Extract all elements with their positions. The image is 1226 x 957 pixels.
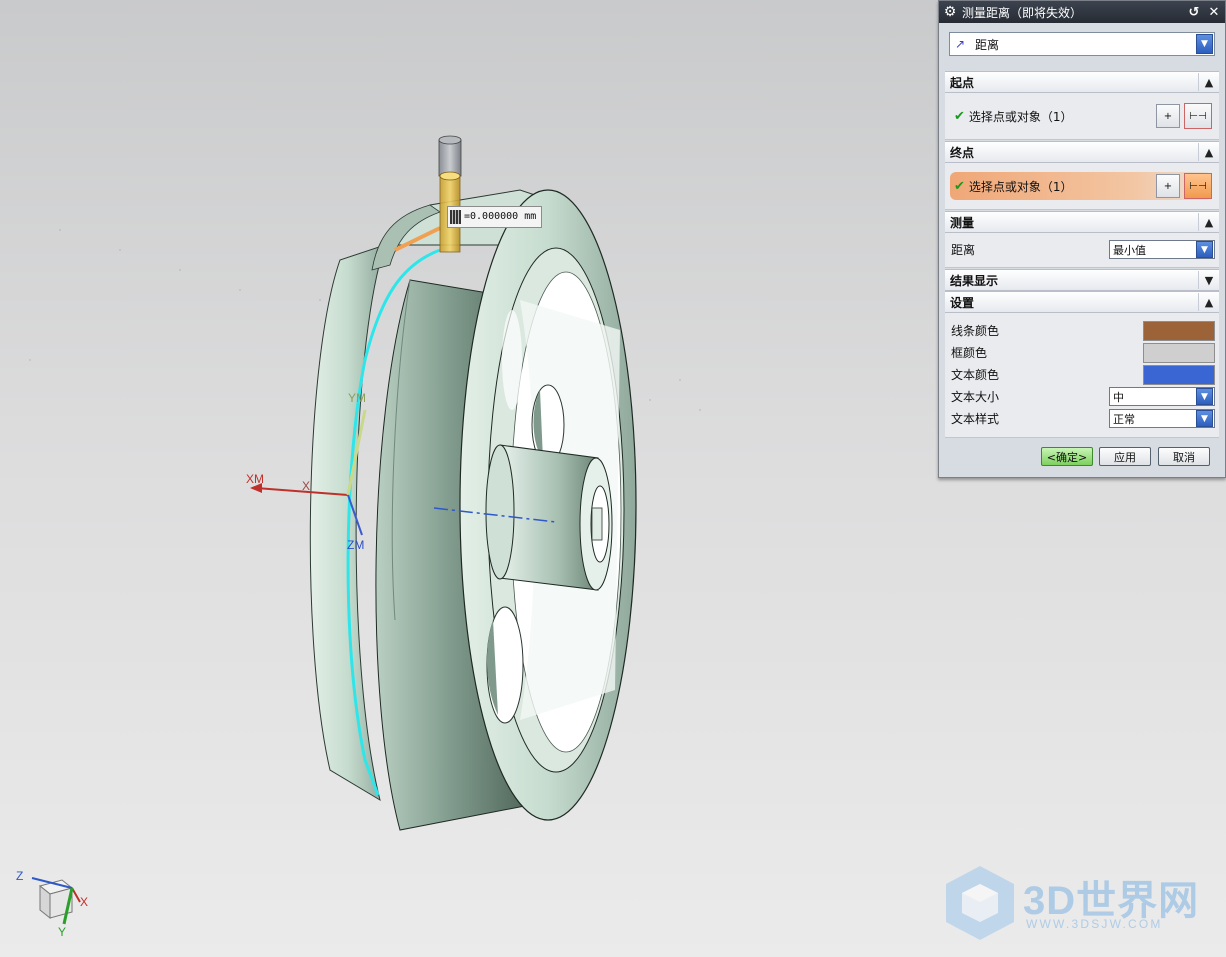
text-color-row: 文本颜色 — [951, 364, 1215, 385]
box-color-swatch[interactable] — [1143, 342, 1215, 363]
measure-probe — [438, 135, 462, 253]
distance-value: 最小值 — [1113, 243, 1146, 257]
chevron-up-icon[interactable]: ▲ — [1198, 73, 1219, 91]
chevron-down-icon[interactable]: ▼ — [1198, 271, 1219, 289]
section-end[interactable]: 终点 ▲ — [945, 141, 1219, 163]
triad-y-label: Y — [58, 925, 66, 939]
section-end-label: 终点 — [950, 145, 975, 160]
measure-value: =0.000000 mm — [464, 211, 537, 222]
type-value: 距离 — [975, 37, 1000, 52]
chevron-down-icon[interactable]: ▼ — [1196, 410, 1213, 427]
dialog-titlebar[interactable]: ⚙ 测量距离（即将失效） ↺ ✕ — [939, 1, 1225, 23]
measure-distance-dialog: ⚙ 测量距离（即将失效） ↺ ✕ ↗ 距离 ▼ 起点 ▲ ✔ 选择点或对象（1）… — [938, 0, 1226, 478]
text-style-row: 文本样式 正常 ▼ — [951, 409, 1215, 428]
section-settings[interactable]: 设置 ▲ — [945, 291, 1219, 313]
chevron-up-icon[interactable]: ▲ — [1198, 293, 1219, 311]
hub — [485, 444, 613, 591]
distance-type-icon: ↗ — [955, 37, 966, 51]
text-size-value: 中 — [1113, 390, 1124, 404]
watermark-url: WWW.3DSJW.COM — [1026, 917, 1163, 931]
section-results[interactable]: 结果显示 ▼ — [945, 269, 1219, 291]
line-color-label: 线条颜色 — [951, 324, 1000, 338]
close-icon[interactable]: ✕ — [1205, 3, 1223, 21]
text-size-select[interactable]: 中 ▼ — [1109, 387, 1215, 406]
start-select-row[interactable]: ✔ 选择点或对象（1） + ⊢⊣ — [950, 102, 1212, 130]
section-settings-label: 设置 — [950, 295, 975, 310]
section-results-label: 结果显示 — [950, 273, 999, 288]
x-label: X — [302, 479, 310, 493]
point-pick-icon[interactable]: ⊢⊣ — [1184, 173, 1212, 199]
section-measure-body: 距离 最小值 ▼ — [945, 233, 1219, 268]
text-color-label: 文本颜色 — [951, 368, 1000, 382]
line-color-swatch[interactable] — [1143, 320, 1215, 341]
text-style-value: 正常 — [1113, 412, 1135, 426]
point-dialog-icon[interactable]: + — [1156, 104, 1180, 128]
chevron-up-icon[interactable]: ▲ — [1198, 213, 1219, 231]
measure-readout: =0.000000 mm — [447, 206, 543, 228]
chevron-down-icon[interactable]: ▼ — [1196, 34, 1213, 54]
text-style-label: 文本样式 — [951, 412, 1000, 426]
section-measure-label: 测量 — [950, 215, 975, 230]
box-color-row: 框颜色 — [951, 342, 1215, 363]
watermark-logo: 3D世界网 WWW.3DSJW.COM — [940, 862, 1210, 944]
dialog-title: 测量距离（即将失效） — [962, 5, 1083, 20]
text-size-row: 文本大小 中 ▼ — [951, 387, 1215, 406]
chevron-down-icon[interactable]: ▼ — [1196, 241, 1213, 258]
reset-icon[interactable]: ↺ — [1185, 3, 1203, 21]
apply-button[interactable]: 应用 — [1099, 447, 1151, 466]
cancel-button[interactable]: 取消 — [1158, 447, 1210, 466]
distance-select[interactable]: 最小值 ▼ — [1109, 240, 1215, 259]
section-end-body: ✔ 选择点或对象（1） + ⊢⊣ — [945, 163, 1219, 210]
line-color-row: 线条颜色 — [951, 320, 1215, 341]
gear-icon[interactable]: ⚙ — [942, 4, 958, 20]
ok-button[interactable]: <确定> — [1041, 447, 1093, 466]
start-select-label: 选择点或对象（1） — [968, 109, 1073, 124]
ym-label: YM — [348, 391, 366, 405]
box-color-label: 框颜色 — [951, 346, 988, 360]
zm-label: ZM — [347, 538, 364, 552]
cube-logo-icon — [946, 866, 1014, 940]
text-style-select[interactable]: 正常 ▼ — [1109, 409, 1215, 428]
text-size-label: 文本大小 — [951, 390, 1000, 404]
chevron-down-icon[interactable]: ▼ — [1196, 388, 1213, 405]
section-measure[interactable]: 测量 ▲ — [945, 211, 1219, 233]
type-select[interactable]: ↗ 距离 ▼ — [949, 32, 1215, 56]
section-start[interactable]: 起点 ▲ — [945, 71, 1219, 93]
triad-z-label: Z — [16, 869, 23, 883]
distance-label: 距离 — [951, 243, 976, 257]
xm-label: XM — [246, 472, 264, 486]
distance-row: 距离 最小值 ▼ — [951, 240, 1215, 259]
measure-icon — [450, 210, 461, 224]
check-icon: ✔ — [954, 178, 965, 194]
section-start-label: 起点 — [950, 75, 975, 90]
section-start-body: ✔ 选择点或对象（1） + ⊢⊣ — [945, 93, 1219, 140]
check-icon: ✔ — [954, 108, 965, 124]
end-select-label: 选择点或对象（1） — [968, 179, 1073, 194]
view-triad[interactable]: Z X Y — [12, 866, 92, 946]
section-settings-body: 线条颜色 框颜色 文本颜色 文本大小 中 ▼ 文本样式 正常 ▼ — [945, 313, 1219, 438]
chevron-up-icon[interactable]: ▲ — [1198, 143, 1219, 161]
end-select-row[interactable]: ✔ 选择点或对象（1） + ⊢⊣ — [950, 172, 1212, 200]
point-dialog-icon[interactable]: + — [1156, 174, 1180, 198]
text-color-swatch[interactable] — [1143, 364, 1215, 385]
point-pick-icon[interactable]: ⊢⊣ — [1184, 103, 1212, 129]
triad-x-label: X — [80, 895, 88, 909]
